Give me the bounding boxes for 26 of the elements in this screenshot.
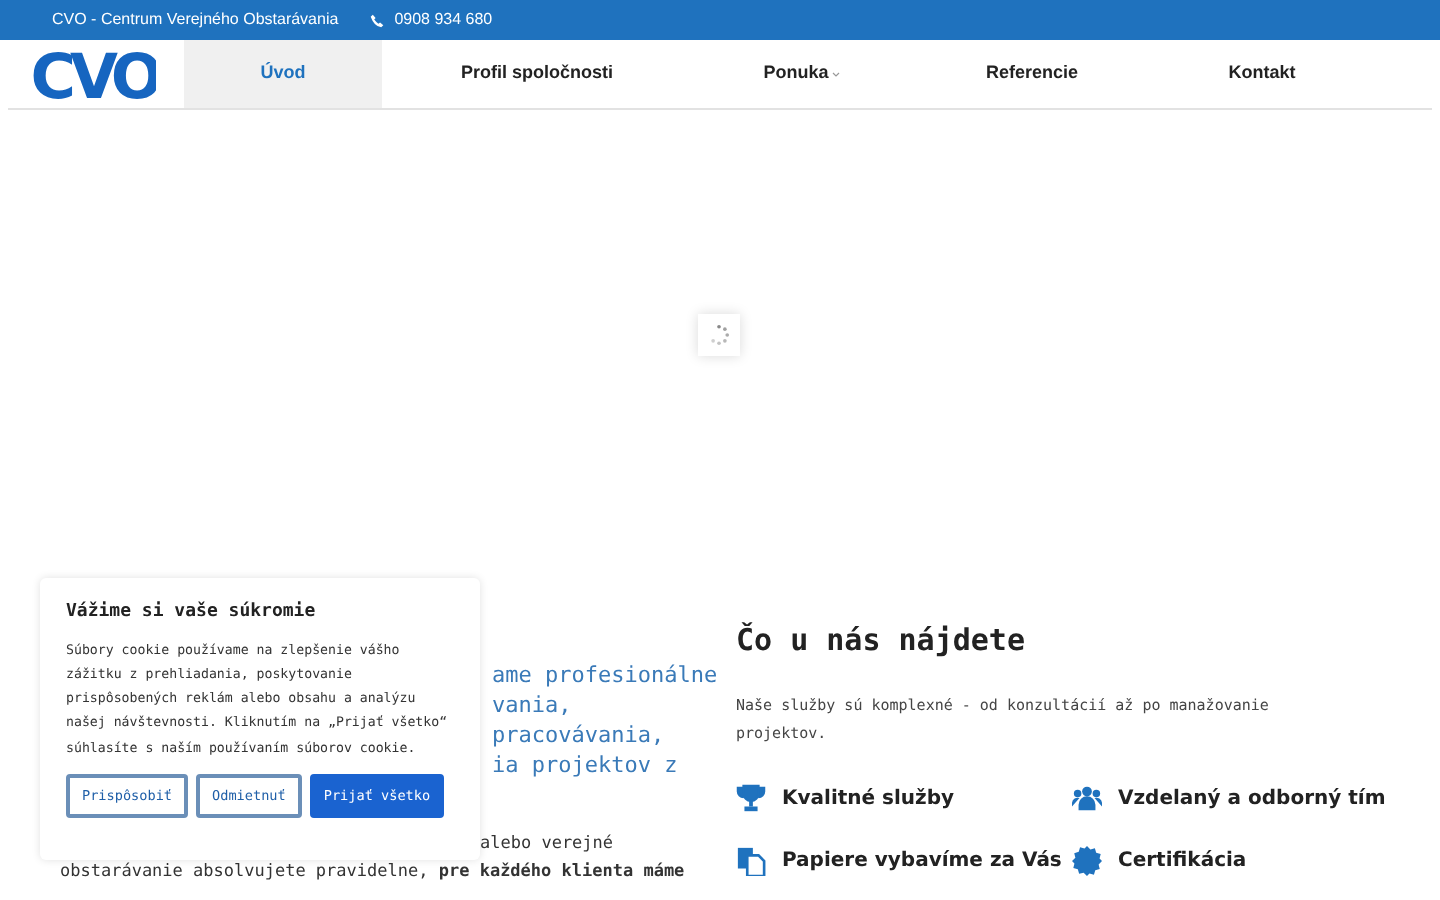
company-name: CVO - Centrum Verejného Obstarávania [52, 8, 339, 32]
section-heading: Čo u nás nájdete [736, 620, 1027, 662]
loading-spinner [698, 314, 740, 356]
cookie-title: Vážime si vaše súkromie [66, 600, 318, 626]
nav-tab[interactable]: Úvod [184, 40, 382, 108]
nav-tab[interactable]: Kontakt [1152, 40, 1372, 108]
feature-label: Certifikácia [1118, 847, 1247, 875]
nav-tab[interactable]: Referencie [912, 40, 1152, 108]
paragraph-line: obstarávanie absolvujete pravidelne, pre každého klienta máme [58, 860, 687, 886]
paragraph-line: alebo verejné [478, 832, 616, 858]
logo[interactable]: CVO [32, 40, 156, 108]
feature-label: Vzdelaný a odborný tím [1118, 785, 1386, 813]
nav-tab[interactable]: Profil spoločnosti [382, 40, 692, 108]
people-icon [1072, 783, 1102, 813]
feature-label: Kvalitné služby [782, 785, 955, 813]
heading-line: pracovávania, [492, 720, 667, 750]
phone-number: 0908 934 680 [394, 8, 493, 32]
documents-icon [736, 845, 766, 875]
nav-tab[interactable]: Ponuka [692, 40, 912, 108]
feature-label: Papiere vybavíme za Vás [782, 847, 1062, 875]
heading-line: vania, [492, 690, 574, 720]
heading-line: ame profesionálne [492, 660, 720, 690]
heading-line: ia projektov z [492, 750, 680, 780]
phone-icon [370, 13, 385, 27]
badge-icon [1072, 845, 1102, 875]
trophy-icon [736, 783, 766, 813]
